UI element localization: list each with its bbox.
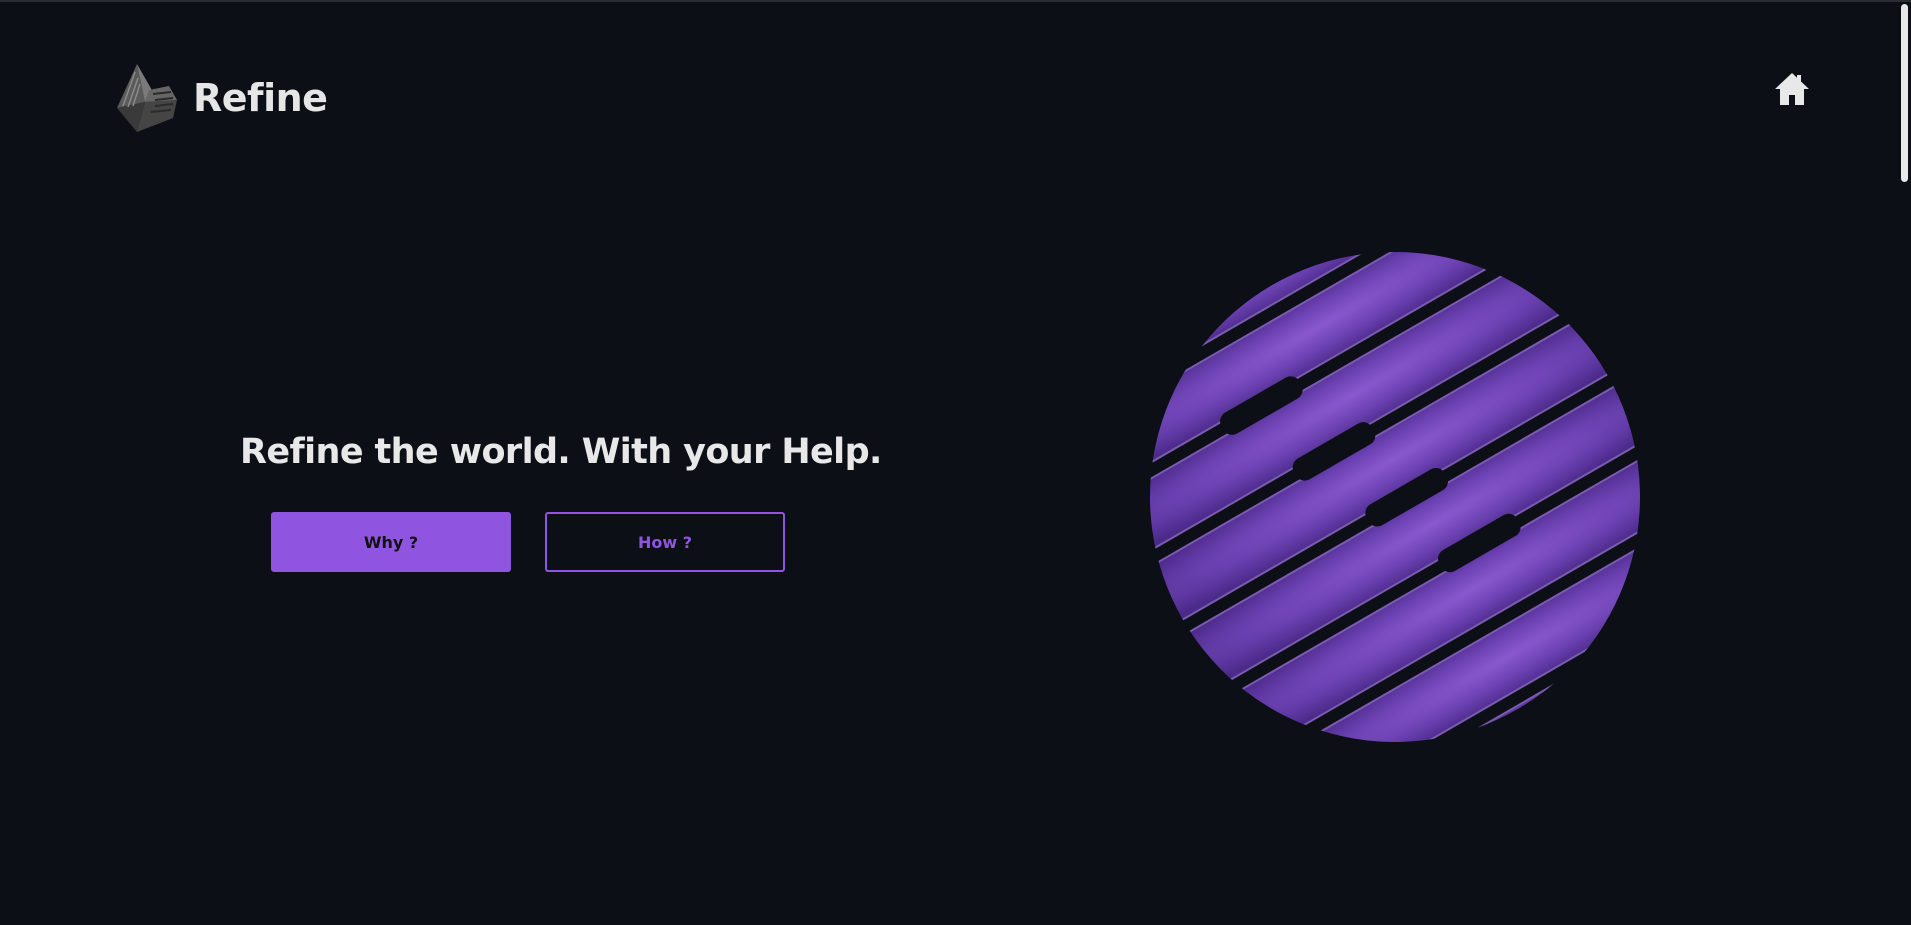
how-button[interactable]: How ? bbox=[545, 512, 785, 572]
why-button[interactable]: Why ? bbox=[271, 512, 511, 572]
page-scrollbar[interactable] bbox=[1898, 2, 1911, 925]
brand-link[interactable]: Refine bbox=[115, 62, 328, 134]
brand-name: Refine bbox=[193, 76, 328, 120]
paper-plane-logo-icon bbox=[117, 64, 177, 132]
scrollbar-thumb[interactable] bbox=[1901, 4, 1908, 182]
striped-sphere-icon bbox=[1140, 247, 1650, 747]
home-icon bbox=[1775, 73, 1809, 105]
page: Refine Refine the world. With your Help.… bbox=[0, 0, 1911, 925]
hero-title: Refine the world. With your Help. bbox=[240, 432, 882, 472]
site-header: Refine bbox=[0, 2, 1911, 192]
home-button[interactable] bbox=[1774, 72, 1810, 106]
